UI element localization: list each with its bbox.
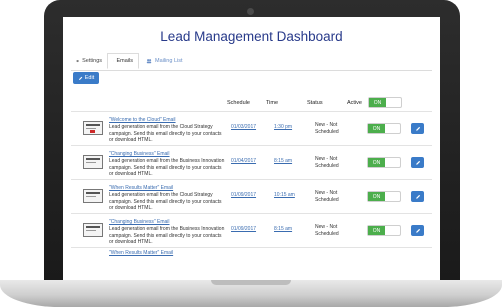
schedule-link[interactable]: 01/03/2017 xyxy=(231,124,256,130)
active-toggle[interactable]: ON xyxy=(367,157,401,168)
laptop-notch xyxy=(211,280,291,285)
status-text: New - Not Scheduled xyxy=(315,122,339,135)
gear-icon xyxy=(76,59,79,63)
active-toggle[interactable]: ON xyxy=(367,225,401,236)
tab-emails[interactable]: Emails xyxy=(107,53,139,69)
tab-bar: Settings Emails Mailing List xyxy=(71,53,432,71)
toggle-on-label: ON xyxy=(369,98,386,107)
schedule-link[interactable]: 01/09/2017 xyxy=(231,226,256,232)
toggle-on-label: ON xyxy=(368,158,385,167)
edit-button-label: Edit xyxy=(84,75,95,81)
schedule-link[interactable]: 01/04/2017 xyxy=(231,158,256,164)
edit-row-button[interactable] xyxy=(411,225,424,236)
edit-row-button[interactable] xyxy=(411,157,424,168)
pencil-icon xyxy=(415,126,420,131)
email-name-link[interactable]: "Changing Business" Email xyxy=(109,219,170,225)
time-link[interactable]: 8:15 am xyxy=(274,226,292,232)
email-description: Lead generation email from the Business … xyxy=(109,226,225,245)
time-link[interactable]: 8:15 am xyxy=(274,158,292,164)
status-text: New - Not Scheduled xyxy=(315,224,339,237)
table-row: "Changing Business" Email Lead generatio… xyxy=(71,213,432,247)
edit-button[interactable]: Edit xyxy=(73,72,99,84)
table-row: "Welcome to the Cloud" Email Lead genera… xyxy=(71,111,432,145)
pencil-icon xyxy=(415,228,420,233)
pencil-icon xyxy=(415,194,420,199)
column-header-schedule[interactable]: Schedule xyxy=(227,100,250,106)
status-text: New - Not Scheduled xyxy=(315,156,339,169)
users-icon xyxy=(146,59,152,64)
email-thumbnail[interactable] xyxy=(83,121,103,135)
tab-label: Emails xyxy=(116,58,133,64)
email-description: Lead generation email from the Business … xyxy=(109,158,225,177)
screen: Lead Management Dashboard Settings Email… xyxy=(63,17,440,280)
active-all-toggle[interactable]: ON xyxy=(368,97,402,108)
pencil-icon xyxy=(415,160,420,165)
email-name-link[interactable]: "Changing Business" Email xyxy=(109,151,170,157)
email-thumbnail[interactable] xyxy=(83,223,103,237)
pencil-icon xyxy=(78,76,82,80)
table-row: "When Results Matter" Email xyxy=(71,247,432,280)
edit-row-button[interactable] xyxy=(411,123,424,134)
toggle-on-label: ON xyxy=(368,226,385,235)
time-link[interactable]: 1:30 pm xyxy=(274,124,292,130)
table-row: "Changing Business" Email Lead generatio… xyxy=(71,145,432,179)
table-row: "When Results Matter" Email Lead generat… xyxy=(71,179,432,213)
column-header-time[interactable]: Time xyxy=(266,100,278,106)
email-description: Lead generation email from the Cloud Str… xyxy=(109,192,222,211)
toggle-on-label: ON xyxy=(368,192,385,201)
page-title: Lead Management Dashboard xyxy=(160,29,343,44)
toggle-on-label: ON xyxy=(368,124,385,133)
email-name-link[interactable]: "Welcome to the Cloud" Email xyxy=(109,117,176,123)
column-header-status[interactable]: Status xyxy=(307,100,323,106)
status-text: New - Not Scheduled xyxy=(315,190,339,203)
email-thumbnail[interactable] xyxy=(83,155,103,169)
tab-label: Mailing List xyxy=(155,58,183,64)
tab-settings[interactable]: Settings xyxy=(71,53,107,69)
column-header-active[interactable]: Active xyxy=(347,100,362,106)
email-name-link[interactable]: "When Results Matter" Email xyxy=(109,250,173,256)
schedule-link[interactable]: 01/09/2017 xyxy=(231,192,256,198)
email-description: Lead generation email from the Cloud Str… xyxy=(109,124,222,143)
edit-row-button[interactable] xyxy=(411,191,424,202)
active-toggle[interactable]: ON xyxy=(367,123,401,134)
tab-mailing-list[interactable]: Mailing List xyxy=(141,53,191,69)
email-name-link[interactable]: "When Results Matter" Email xyxy=(109,185,173,191)
email-thumbnail[interactable] xyxy=(83,189,103,203)
active-toggle[interactable]: ON xyxy=(367,191,401,202)
tab-label: Settings xyxy=(82,58,102,64)
time-link[interactable]: 10:15 am xyxy=(274,192,295,198)
camera-icon xyxy=(247,8,254,15)
